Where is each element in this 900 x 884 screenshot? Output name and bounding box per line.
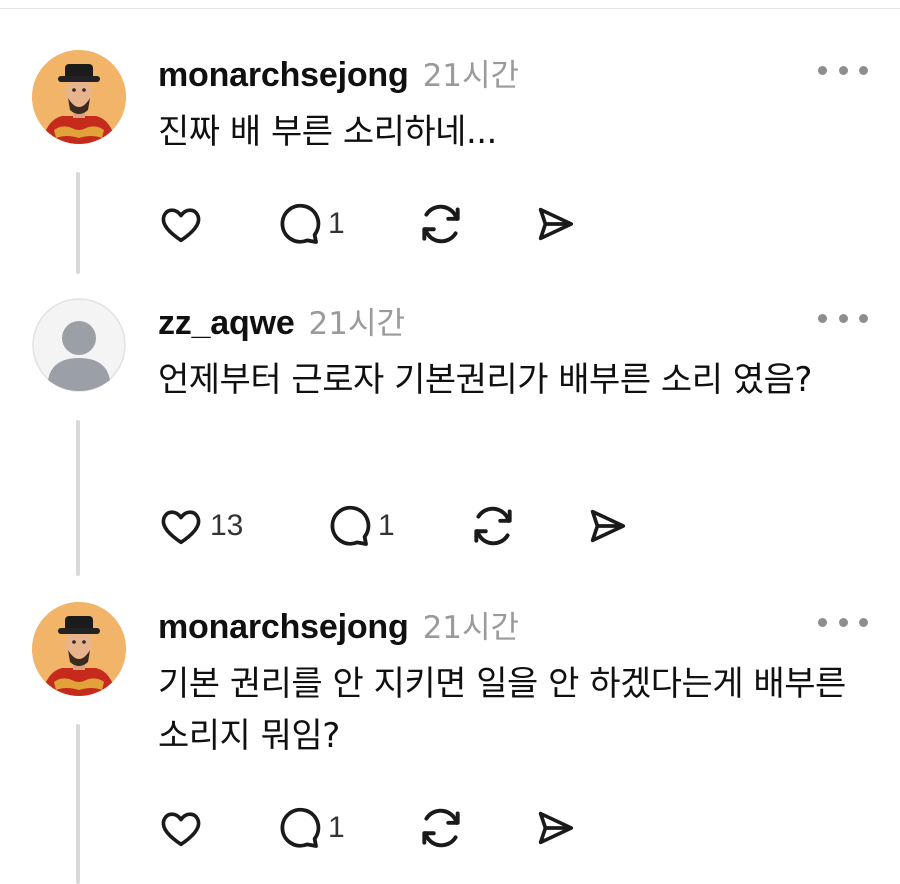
reply-count: 1 (378, 509, 395, 542)
send-icon (538, 811, 574, 845)
more-options-button[interactable] (818, 60, 868, 80)
comment-icon (280, 203, 321, 244)
dot-icon (859, 65, 868, 75)
avatar-king[interactable] (32, 50, 126, 144)
send-icon (538, 207, 574, 241)
share-button[interactable] (532, 805, 578, 851)
more-options-button[interactable] (818, 308, 868, 328)
share-button[interactable] (532, 201, 578, 247)
post-text: 기본 권리를 안 지키면 일을 안 하겠다는게 배부른 소리지 뭐임? (158, 664, 846, 756)
repost-icon (474, 506, 512, 546)
dot-icon (818, 617, 827, 627)
repost-button[interactable] (468, 501, 584, 551)
like-button[interactable]: 13 (158, 503, 324, 549)
dot-icon (818, 313, 827, 323)
thread-line (76, 172, 80, 274)
thread-line (76, 724, 80, 884)
dot-icon (859, 313, 868, 323)
reply-button[interactable]: 1 (324, 502, 468, 550)
heart-icon (161, 812, 201, 847)
timestamp: 21시간 (422, 58, 520, 94)
comment-icon (330, 505, 371, 546)
reply-button[interactable]: 1 (274, 200, 416, 248)
username[interactable]: monarchsejong (158, 608, 409, 647)
post-text: 언제부터 근로자 기본권리가 배부른 소리 였음? (158, 360, 812, 400)
dot-icon (818, 65, 827, 75)
reply-button[interactable]: 1 (274, 804, 416, 852)
action-bar: 1 (158, 196, 578, 252)
action-bar: 1 (158, 800, 578, 856)
username[interactable]: zz_aqwe (158, 304, 295, 343)
repost-button[interactable] (416, 803, 532, 853)
repost-icon (422, 808, 460, 848)
username[interactable]: monarchsejong (158, 56, 409, 95)
avatar-king[interactable] (32, 602, 126, 696)
heart-icon (161, 510, 201, 545)
reply-count: 1 (328, 207, 345, 240)
post-text: 진짜 배 부른 소리하네... (158, 112, 497, 152)
action-bar: 13 1 (158, 498, 630, 554)
more-options-button[interactable] (818, 612, 868, 632)
comment-icon (280, 807, 321, 848)
dot-icon (838, 313, 848, 323)
timestamp: 21시간 (422, 610, 520, 646)
top-divider (0, 8, 900, 9)
send-icon (590, 509, 626, 543)
like-count: 13 (210, 509, 244, 542)
timestamp: 21시간 (308, 306, 406, 342)
like-button[interactable] (158, 805, 274, 851)
post-header: monarchsejong 21시간 (158, 602, 519, 647)
heart-icon (161, 208, 201, 243)
dot-icon (838, 617, 848, 627)
repost-button[interactable] (416, 199, 532, 249)
thread-line (76, 420, 80, 576)
like-button[interactable] (158, 201, 274, 247)
reply-count: 1 (328, 811, 345, 844)
repost-icon (422, 204, 460, 244)
dot-icon (859, 617, 868, 627)
dot-icon (838, 65, 848, 75)
avatar-default[interactable] (32, 298, 126, 392)
post-header: zz_aqwe 21시간 (158, 298, 405, 343)
share-button[interactable] (584, 503, 630, 549)
post-header: monarchsejong 21시간 (158, 50, 519, 95)
